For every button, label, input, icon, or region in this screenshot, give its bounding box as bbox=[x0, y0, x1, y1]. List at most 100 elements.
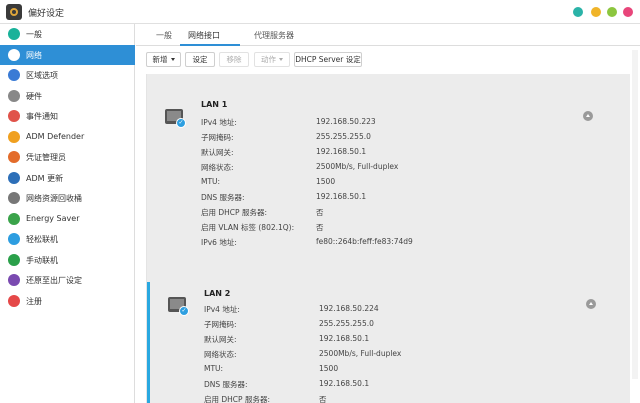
row-label: 启用 DHCP 服务器: bbox=[204, 394, 270, 403]
defender-icon bbox=[8, 131, 20, 143]
chevron-down-icon bbox=[279, 58, 283, 61]
sidebar-item-label: 一般 bbox=[26, 29, 42, 40]
sidebar-item-label: 还原至出厂设定 bbox=[26, 275, 82, 286]
row-label: DNS 服务器: bbox=[201, 192, 245, 203]
sidebar-item-hardware[interactable]: 硬件 bbox=[0, 86, 135, 107]
row-label: IPv6 地址: bbox=[201, 237, 237, 248]
sidebar-item-label: 硬件 bbox=[26, 91, 42, 102]
sidebar-item-certificate[interactable]: 凭证管理员 bbox=[0, 147, 135, 168]
row-value: 否 bbox=[316, 222, 324, 233]
interface-card-lan1[interactable]: ✓ LAN 1 IPv4 地址: 192.168.50.223 子网掩码: 25… bbox=[147, 74, 630, 282]
sidebar-item-label: 轻松联机 bbox=[26, 234, 58, 245]
sidebar-item-label: 手动联机 bbox=[26, 255, 58, 266]
row-value: 2500Mb/s, Full-duplex bbox=[319, 349, 401, 358]
ethernet-icon: ✓ bbox=[168, 297, 188, 317]
main-content: 一般 网络接口 代理服务器 新增 设定 移除 动作 DHCP Server 设定… bbox=[136, 24, 640, 403]
row-label: 网络状态: bbox=[201, 162, 234, 173]
sidebar-item-label: 网络 bbox=[26, 50, 42, 61]
sidebar-item-general[interactable]: 一般 bbox=[0, 24, 135, 45]
sidebar-item-factory-reset[interactable]: 还原至出厂设定 bbox=[0, 270, 135, 291]
row-value: 192.168.50.1 bbox=[316, 192, 366, 201]
notification-icon bbox=[8, 110, 20, 122]
tab-bar: 一般 网络接口 代理服务器 bbox=[136, 24, 640, 46]
ezconnect-icon bbox=[8, 233, 20, 245]
row-label: MTU: bbox=[201, 177, 220, 186]
sidebar-item-ezconnect[interactable]: 轻松联机 bbox=[0, 229, 135, 250]
settings-button[interactable]: 设定 bbox=[185, 52, 215, 67]
scrollbar[interactable] bbox=[632, 50, 638, 379]
row-value: 2500Mb/s, Full-duplex bbox=[316, 162, 398, 171]
action-button-label: 动作 bbox=[261, 54, 276, 65]
window-title: 偏好设定 bbox=[28, 6, 64, 19]
row-value: 1500 bbox=[316, 177, 335, 186]
sidebar-item-label: Energy Saver bbox=[26, 214, 79, 223]
sidebar-item-label: 凭证管理员 bbox=[26, 152, 66, 163]
minimize-button[interactable] bbox=[591, 7, 601, 17]
collapse-icon[interactable] bbox=[586, 299, 596, 309]
app-icon bbox=[6, 4, 22, 20]
interface-card-lan2[interactable]: ✓ LAN 2 IPv4 地址: 192.168.50.224 子网掩码: 25… bbox=[147, 282, 630, 403]
row-label: 子网掩码: bbox=[201, 132, 234, 143]
check-icon: ✓ bbox=[179, 306, 189, 316]
row-value: 255.255.255.0 bbox=[316, 132, 371, 141]
energy-icon bbox=[8, 213, 20, 225]
sidebar-item-label: 事件通知 bbox=[26, 111, 58, 122]
row-label: 启用 VLAN 标签 (802.1Q): bbox=[201, 222, 294, 233]
sidebar-item-label: ADM Defender bbox=[26, 132, 84, 141]
register-icon bbox=[8, 295, 20, 307]
tab-proxy-server[interactable]: 代理服务器 bbox=[254, 30, 294, 41]
sidebar-item-recycle-bin[interactable]: 网络资源回收桶 bbox=[0, 188, 135, 209]
row-value: 192.168.50.224 bbox=[319, 304, 379, 313]
check-icon: ✓ bbox=[176, 118, 186, 128]
row-label: IPv4 地址: bbox=[204, 304, 240, 315]
manual-connect-icon bbox=[8, 254, 20, 266]
action-button[interactable]: 动作 bbox=[254, 52, 290, 67]
region-icon bbox=[8, 69, 20, 81]
interface-list: ✓ LAN 1 IPv4 地址: 192.168.50.223 子网掩码: 25… bbox=[146, 74, 630, 403]
row-value: 255.255.255.0 bbox=[319, 319, 374, 328]
row-value: 192.168.50.223 bbox=[316, 117, 376, 126]
row-label: 默认网关: bbox=[204, 334, 237, 345]
sidebar-item-energy-saver[interactable]: Energy Saver bbox=[0, 209, 135, 230]
active-tab-indicator bbox=[180, 44, 240, 46]
sidebar-item-register[interactable]: 注册 bbox=[0, 291, 135, 312]
close-button[interactable] bbox=[623, 7, 633, 17]
maximize-button[interactable] bbox=[607, 7, 617, 17]
tab-general[interactable]: 一般 bbox=[156, 30, 172, 41]
row-value: 否 bbox=[319, 394, 327, 403]
row-label: 子网掩码: bbox=[204, 319, 237, 330]
remove-button[interactable]: 移除 bbox=[219, 52, 249, 67]
row-label: 网络状态: bbox=[204, 349, 237, 360]
row-value: 1500 bbox=[319, 364, 338, 373]
sidebar: 一般 网络 区域选项 硬件 事件通知 ADM Defender 凭证管理员 AD… bbox=[0, 24, 135, 403]
network-icon bbox=[8, 49, 20, 61]
hardware-icon bbox=[8, 90, 20, 102]
general-icon bbox=[8, 28, 20, 40]
factory-reset-icon bbox=[8, 274, 20, 286]
row-value: 否 bbox=[316, 207, 324, 218]
sidebar-item-network[interactable]: 网络 bbox=[0, 45, 135, 66]
row-value: 192.168.50.1 bbox=[316, 147, 366, 156]
help-button[interactable] bbox=[573, 7, 583, 17]
row-value: 192.168.50.1 bbox=[319, 379, 369, 388]
sidebar-item-defender[interactable]: ADM Defender bbox=[0, 127, 135, 148]
recycle-bin-icon bbox=[8, 192, 20, 204]
certificate-icon bbox=[8, 151, 20, 163]
sidebar-item-update[interactable]: ADM 更新 bbox=[0, 168, 135, 189]
sidebar-item-manual-connect[interactable]: 手动联机 bbox=[0, 250, 135, 271]
row-label: DNS 服务器: bbox=[204, 379, 248, 390]
ethernet-icon: ✓ bbox=[165, 109, 185, 129]
interface-name: LAN 1 bbox=[201, 100, 227, 109]
add-button[interactable]: 新增 bbox=[146, 52, 181, 67]
interface-name: LAN 2 bbox=[204, 289, 230, 298]
row-label: 默认网关: bbox=[201, 147, 234, 158]
chevron-down-icon bbox=[171, 58, 175, 61]
collapse-icon[interactable] bbox=[583, 111, 593, 121]
sidebar-item-notification[interactable]: 事件通知 bbox=[0, 106, 135, 127]
row-label: IPv4 地址: bbox=[201, 117, 237, 128]
row-value: fe80::264b:feff:fe83:74d9 bbox=[316, 237, 413, 246]
tab-network-interface[interactable]: 网络接口 bbox=[188, 30, 220, 41]
sidebar-item-label: 网络资源回收桶 bbox=[26, 193, 82, 204]
dhcp-server-settings-button[interactable]: DHCP Server 设定 bbox=[294, 52, 362, 67]
sidebar-item-region[interactable]: 区域选项 bbox=[0, 65, 135, 86]
